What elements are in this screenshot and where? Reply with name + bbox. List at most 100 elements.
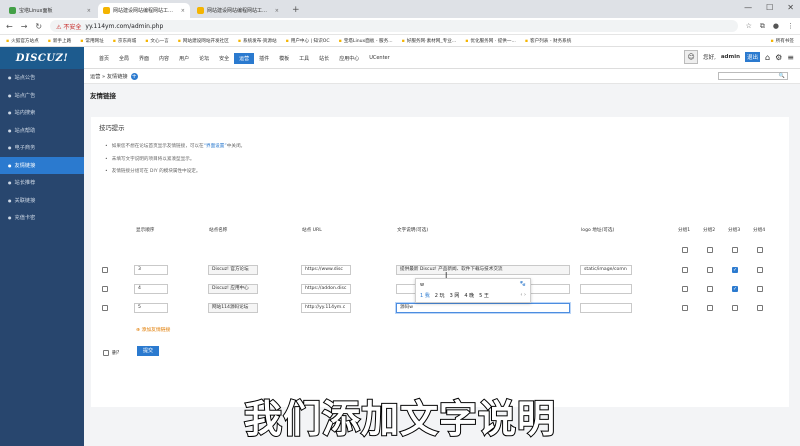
nav-item[interactable]: 插件 [254,53,274,64]
bookmark-item[interactable]: 火狐官方站点 [6,38,39,44]
nav-item[interactable]: 用户 [174,53,194,64]
bookmark-item[interactable]: 客户列表 - 财务系统 [525,38,571,44]
nav-item[interactable]: 站长 [314,53,334,64]
extensions-icon[interactable]: ⧉ [760,22,765,31]
back-icon[interactable]: ← [6,22,13,31]
bookmark-item[interactable]: 优化服务网 · 提供一... [465,38,516,44]
nav-item[interactable]: 模板 [274,53,294,64]
group2-checkbox[interactable] [707,267,713,273]
nav-item[interactable]: 论坛 [194,53,214,64]
forward-icon[interactable]: → [21,22,28,31]
group2-checkbox[interactable] [707,305,713,311]
row-delete-checkbox[interactable] [102,305,108,311]
search-icon[interactable]: 🔍 [779,73,785,79]
row-delete-checkbox[interactable] [102,267,108,273]
nav-item[interactable]: 内容 [154,53,174,64]
nav-item[interactable]: 安全 [214,53,234,64]
nav-item-current[interactable]: 运营 [234,53,255,64]
browser-tab-1[interactable]: 网站建设网站编程网站工具技术 × [98,3,190,18]
bookmark-item[interactable]: 宝塔Linux面板 - 服务... [339,38,393,44]
bookmark-item[interactable]: 常用网址 [80,38,103,44]
new-tab-button[interactable]: + [286,3,306,18]
group1-checkbox[interactable] [682,286,688,292]
bookmark-item[interactable]: 好服务网·素材网_专业... [402,38,456,44]
sidebar-item[interactable]: ● 站内搜索 [0,104,84,122]
logo-url-input[interactable] [580,303,632,313]
group2-select-all[interactable] [707,247,713,253]
nav-item[interactable]: 界面 [134,53,154,64]
bookmark-item[interactable]: 京东商城 [113,38,136,44]
ime-candidate[interactable]: 1 我 [420,292,430,299]
minimize-icon[interactable]: — [744,3,752,12]
not-secure-badge[interactable]: ⚠ 不安全 [56,22,81,31]
sidebar-item[interactable]: ● 关联链接 [0,192,84,210]
group2-checkbox[interactable] [707,286,713,292]
nav-item[interactable]: 首页 [94,53,114,64]
description-input[interactable]: 提供最新 Discuz! 产品新闻、软件下载与技术交流 [396,265,570,275]
group3-checkbox[interactable] [732,305,738,311]
order-input[interactable]: 4 [134,284,168,294]
ime-candidate[interactable]: 4 晚 [464,292,474,299]
gear-icon[interactable]: ⚙ [775,53,782,62]
add-link-button[interactable]: 添加友情链接 [136,326,171,333]
description-input-active[interactable]: 源码w [396,303,570,313]
tab-close-icon[interactable]: × [275,8,279,14]
profile-icon[interactable]: ● [773,22,779,31]
logo-url-input[interactable]: static/image/comn [580,265,632,275]
sidebar-item[interactable]: ● 站点广告 [0,87,84,105]
sidebar-item[interactable]: ● 站点帮助 [0,122,84,140]
delete-all-checkbox[interactable] [103,350,109,356]
row-delete-checkbox[interactable] [102,286,108,292]
add-shortcut-icon[interactable]: + [130,72,138,80]
maximize-icon[interactable]: ☐ [766,3,773,12]
ime-page-nav[interactable]: ‹ › [520,292,526,298]
site-url-input[interactable]: https://addon.disc [301,284,351,294]
group3-select-all[interactable] [732,247,738,253]
group1-select-all[interactable] [682,247,688,253]
all-bookmarks[interactable]: 所有书签 [770,38,794,44]
breadcrumb-text[interactable]: 运营 » 友情链接 [90,73,128,80]
browser-tab-0[interactable]: 宝塔Linux面板 × [4,3,96,18]
interface-settings-link[interactable]: “界面设置” [204,144,227,149]
logout-button[interactable]: 退出 [745,52,761,62]
admin-search-input[interactable]: 🔍 [718,72,788,80]
more-icon[interactable]: ⋮ [787,22,794,31]
bookmark-item[interactable]: 文心一言 [145,38,168,44]
sidebar-item[interactable]: ● 电子商务 [0,139,84,157]
url-field[interactable]: ⚠ 不安全 yy.114ym.com/admin.php [50,20,738,32]
group4-checkbox[interactable] [757,286,763,292]
site-name-input[interactable]: 网站114源码论坛 [208,303,258,313]
nav-item[interactable]: 全局 [114,53,134,64]
tab-close-icon[interactable]: × [87,8,91,14]
menu-icon[interactable]: ≡ [787,53,794,62]
sidebar-item[interactable]: ● 充值卡密 [0,209,84,227]
logo-url-input[interactable] [580,284,632,294]
ime-candidate[interactable]: 2 玩 [435,292,445,299]
nav-item[interactable]: UCenter [364,53,395,64]
close-window-icon[interactable]: ✕ [787,3,794,12]
group4-checkbox[interactable] [757,305,763,311]
bookmark-item[interactable]: 新手上路 [48,38,71,44]
browser-tab-2[interactable]: 网站建设网站编程网站工具技术 × [192,3,284,18]
sidebar-item-current[interactable]: ● 友情链接 [0,156,84,174]
ime-candidate[interactable]: 3 网 [450,292,460,299]
star-icon[interactable]: ☆ [746,22,752,31]
group3-checkbox[interactable] [732,286,738,292]
site-name-input[interactable]: Discuz! 官方论坛 [208,265,258,275]
site-name-input[interactable]: Discuz! 应用中心 [208,284,258,294]
bookmark-item[interactable]: 网站建设网站开发社区 [178,38,229,44]
bookmark-item[interactable]: 用户中心 | 知识OC [286,38,330,44]
group1-checkbox[interactable] [682,267,688,273]
tab-close-icon[interactable]: × [181,8,185,14]
site-url-input[interactable]: https://www.disc [301,265,351,275]
sidebar-item[interactable]: ● 站点公告 [0,69,84,87]
home-icon[interactable]: ⌂ [765,53,770,62]
sidebar-item[interactable]: ● 站长推荐 [0,174,84,192]
group3-checkbox[interactable] [732,267,738,273]
submit-button[interactable]: 提交 [137,346,159,356]
group4-select-all[interactable] [757,247,763,253]
discuz-logo[interactable]: DISCUZ! [0,47,84,69]
group4-checkbox[interactable] [757,267,763,273]
order-input[interactable]: 5 [134,303,168,313]
ime-candidate[interactable]: 5 王 [479,292,489,299]
